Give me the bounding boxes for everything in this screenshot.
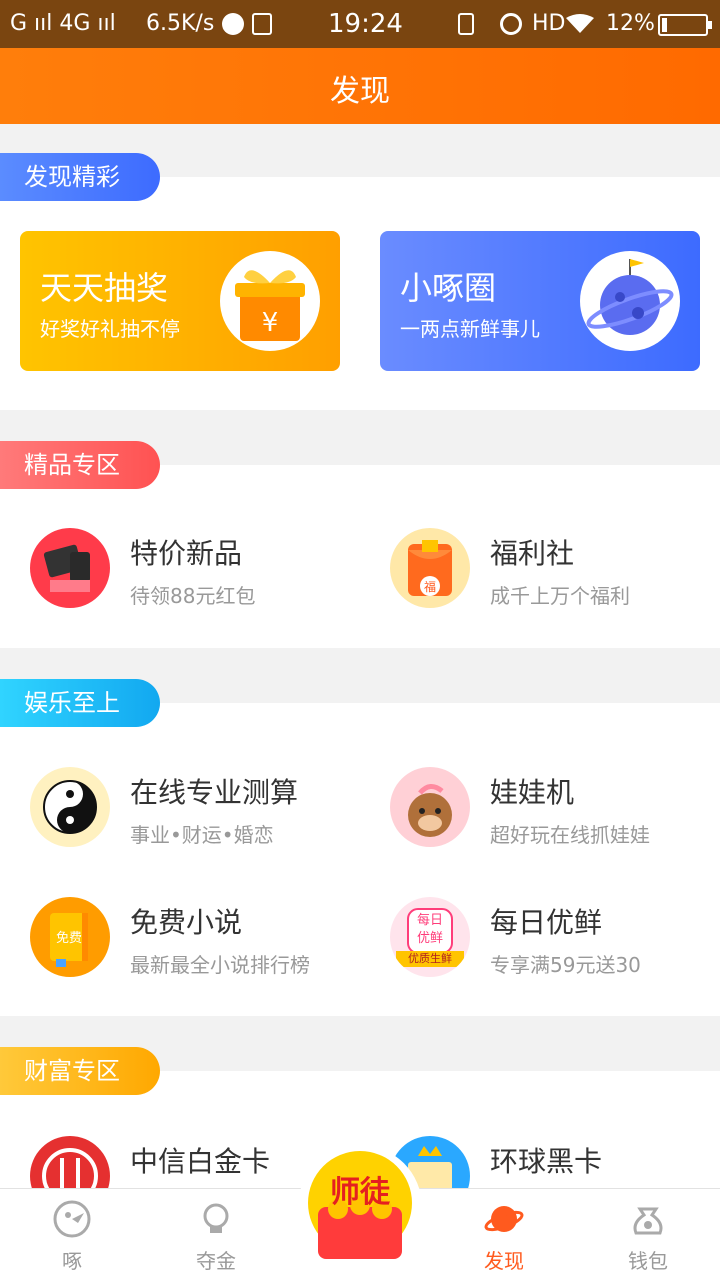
premium-item-subtitle: 成千上万个福利 [490,584,630,608]
plush-bear-icon [390,767,470,847]
entertainment-item-subtitle: 专享满59元送30 [490,953,641,977]
alarm-icon [500,13,522,35]
yin-yang-icon [30,767,110,847]
moments-card[interactable]: 小啄圈 一两点新鲜事儿 [380,231,700,371]
tab-discover[interactable]: 发现 [432,1189,576,1280]
fresh-badge-mid: 优鲜 [416,931,443,946]
section-label-discover: 发现精彩 [0,153,160,201]
battery-icon [658,14,712,36]
planet-icon [484,1199,524,1239]
moments-subtitle: 一两点新鲜事儿 [400,317,540,341]
entertainment-item-claw[interactable]: 娃娃机 超好玩在线抓娃娃 [390,767,720,857]
entertainment-item-title: 娃娃机 [490,776,575,809]
network-speed: 6.5K/s [146,11,215,36]
tab-label: 钱包 [628,1249,668,1273]
tab-label: 啄 [62,1249,82,1273]
battery-level [662,18,667,32]
premium-item-title: 特价新品 [130,537,243,570]
fresh-ribbon: 优质生鲜 [408,952,452,965]
page-title: 发现 [330,74,390,109]
entertainment-item-fresh[interactable]: 每日 优鲜 优质生鲜 每日优鲜 专享满59元送30 [390,897,720,987]
lottery-subtitle: 好奖好礼抽不停 [40,317,180,341]
clock-time: 19:24 [328,9,403,39]
wifi-icon [566,14,594,34]
tab-wallet[interactable]: 钱包 [576,1189,720,1280]
citic-logo-icon [30,1136,110,1188]
lottery-title: 天天抽奖 [40,269,169,307]
entertainment-item-subtitle: 超好玩在线抓娃娃 [490,823,650,847]
red-envelope-icon: 福 [390,528,470,608]
battery-percent: 12% [606,11,655,36]
section-label-premium: 精品专区 [0,441,160,489]
lottery-card[interactable]: 天天抽奖 好奖好礼抽不停 ¥ [20,231,340,371]
gift-icon: ¥ [220,251,320,351]
app-notification-icon [252,13,272,35]
fresh-badge-top: 每日 [416,913,443,928]
premium-item-welfare[interactable]: 福 福利社 成千上万个福利 [390,528,720,618]
tab-zhuo[interactable]: 啄 [0,1189,144,1280]
money-bag-icon [628,1199,668,1239]
status-bar: G ııl 4G ııl 6.5K/s 19:24 HD 12% [0,0,720,48]
bird-icon [52,1199,92,1239]
entertainment-item-title: 每日优鲜 [490,906,603,939]
entertainment-item-title: 在线专业测算 [130,776,299,809]
planet-icon [580,251,680,351]
gadgets-icon [30,528,110,608]
entertainment-item-title: 免费小说 [130,906,243,939]
section-label-entertainment: 娱乐至上 [0,679,160,727]
wealth-item-title: 环球黑卡 [490,1145,603,1178]
entertainment-item-novel[interactable]: 免费 免费小说 最新最全小说排行榜 [30,897,370,987]
entertainment-item-subtitle: 事业•财运•婚恋 [130,823,274,847]
entertainment-item-fortune[interactable]: 在线专业测算 事业•财运•婚恋 [30,767,370,857]
wealth-item-title: 中信白金卡 [130,1145,271,1178]
center-button-label: 师徒 [330,1175,390,1210]
app-header: 发现 [0,48,720,124]
svg-text:福: 福 [424,579,436,594]
signal-indicator: G ııl 4G ııl [10,11,116,36]
moments-title: 小啄圈 [400,269,497,307]
premium-item-title: 福利社 [490,537,575,570]
premium-item-subtitle: 待领88元红包 [130,584,256,608]
entertainment-item-subtitle: 最新最全小说排行榜 [130,953,310,977]
master-apprentice-button[interactable]: 师徒 [296,1143,424,1271]
svg-text:¥: ¥ [262,308,279,338]
tab-label: 夺金 [196,1249,236,1273]
book-badge: 免费 [55,931,82,946]
wealth-item-blackcard[interactable]: 环球黑卡 [390,1136,720,1188]
hd-indicator: HD [532,11,566,36]
tab-label: 发现 [484,1249,524,1273]
vibrate-icon [458,13,474,35]
tab-duojin[interactable]: 夺金 [144,1189,288,1280]
premium-item-new[interactable]: 特价新品 待领88元红包 [30,528,370,618]
chat-icon [222,13,244,35]
lightbulb-icon [196,1199,236,1239]
section-label-wealth: 财富专区 [0,1047,160,1095]
